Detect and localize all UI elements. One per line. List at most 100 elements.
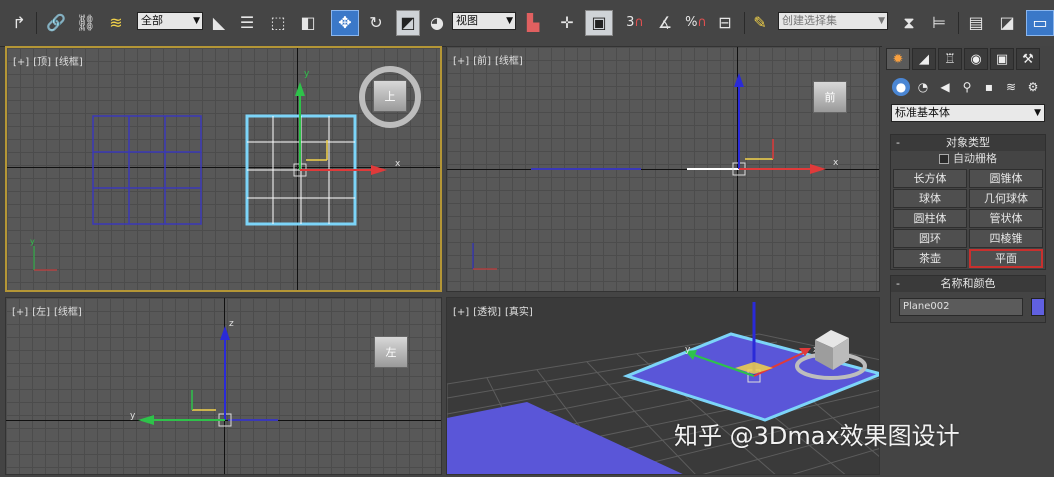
keyboard-shortcut-override-icon[interactable]: ▣ <box>585 10 613 36</box>
name-color-rollout: - 名称和颜色 Plane002 <box>890 275 1046 323</box>
toolbar-separator <box>958 12 959 34</box>
autogrid-checkbox[interactable] <box>939 154 949 164</box>
angle-snap-icon[interactable]: ∡ <box>652 10 678 36</box>
utilities-tab-icon[interactable]: ⚒ <box>1016 48 1040 70</box>
gizmo-z-arrow <box>734 73 744 87</box>
geometry-category-value: 标准基本体 <box>895 106 950 119</box>
reference-coordinate-value: 视图 <box>456 14 478 27</box>
create-tab-icon[interactable]: ✹ <box>886 48 910 70</box>
viewport-left[interactable]: [+] [左] [线框] y z 左 <box>5 297 442 475</box>
bind-space-warp-icon[interactable]: ≋ <box>104 10 128 36</box>
mirror-icon[interactable]: ⧗ <box>896 10 922 36</box>
collapse-icon: - <box>896 277 900 290</box>
select-and-scale-icon[interactable]: ◩ <box>396 10 420 36</box>
spinner-snap-icon[interactable]: ⊟ <box>712 10 738 36</box>
redo-icon[interactable]: ↱ <box>8 10 30 36</box>
name-color-title: 名称和颜色 <box>940 277 996 290</box>
sphere-button[interactable]: 球体 <box>893 189 967 208</box>
viewcube[interactable]: 左 <box>374 336 408 368</box>
plane-wireframe-blue <box>92 115 202 225</box>
edit-named-selection-icon[interactable]: ✎ <box>748 10 772 36</box>
lights-icon[interactable]: ◀ <box>936 78 954 96</box>
toolbar-separator <box>36 12 37 34</box>
select-and-rotate-icon[interactable]: ↻ <box>364 10 388 36</box>
gizmo-z-label: z <box>229 319 234 329</box>
layer-explorer-icon[interactable]: ▤ <box>964 10 988 36</box>
cone-button[interactable]: 圆锥体 <box>969 169 1043 188</box>
plane-object-blue <box>447 402 683 474</box>
select-object-icon[interactable]: ◣ <box>208 10 230 36</box>
viewport-label: [+] [透视] [真实] <box>453 303 537 318</box>
magnet-icon: ∩ <box>634 15 644 30</box>
geosphere-button[interactable]: 几何球体 <box>969 189 1043 208</box>
named-selection-placeholder: 创建选择集 <box>782 14 837 27</box>
cylinder-button[interactable]: 圆柱体 <box>893 209 967 228</box>
scene-explorer-icon[interactable]: ▭ <box>1026 10 1054 36</box>
name-color-header[interactable]: - 名称和颜色 <box>891 276 1045 292</box>
pivot-center-icon[interactable]: ▙ <box>520 10 546 36</box>
box-button[interactable]: 长方体 <box>893 169 967 188</box>
gizmo-y-label: y <box>685 345 691 355</box>
viewport-front[interactable]: [+] [前] [线框] x 前 <box>446 46 880 292</box>
viewport-name[interactable]: [透视] <box>473 307 501 318</box>
space-warps-icon[interactable]: ≋ <box>1002 78 1020 96</box>
tube-button[interactable]: 管状体 <box>969 209 1043 228</box>
viewcube[interactable]: 前 <box>813 81 847 113</box>
systems-icon[interactable]: ⚙ <box>1024 78 1042 96</box>
viewcube[interactable]: 上 <box>373 80 407 112</box>
select-by-name-icon[interactable]: ☰ <box>236 10 258 36</box>
viewcube-label: 左 <box>385 346 397 359</box>
percent-snap-label: % <box>685 15 698 30</box>
chevron-down-icon: ▼ <box>878 16 885 26</box>
gizmo-x-label: x <box>833 158 839 168</box>
object-type-header[interactable]: - 对象类型 <box>891 135 1045 151</box>
toolbar-separator <box>744 12 745 34</box>
chevron-down-icon: ▼ <box>193 16 200 26</box>
place-icon[interactable]: ◕ <box>426 10 448 36</box>
hierarchy-tab-icon[interactable]: ♖ <box>938 48 962 70</box>
tripod-y-label: y <box>30 237 35 246</box>
magnet-icon: ∩ <box>697 15 707 30</box>
toggle-ribbon-icon[interactable]: ◪ <box>994 10 1020 36</box>
unlink-icon[interactable]: ⛓ <box>74 10 98 36</box>
helpers-icon[interactable]: ▪ <box>980 78 998 96</box>
geometry-category-dropdown[interactable]: 标准基本体 ▼ <box>891 104 1045 122</box>
select-and-move-icon[interactable]: ✥ <box>331 10 359 36</box>
pyramid-button[interactable]: 四棱锥 <box>969 229 1043 248</box>
cameras-icon[interactable]: ⚲ <box>958 78 976 96</box>
object-name-field[interactable]: Plane002 <box>899 298 1023 316</box>
plane-button[interactable]: 平面 <box>969 249 1043 268</box>
teapot-button[interactable]: 茶壶 <box>893 249 967 268</box>
reference-coordinate-dropdown[interactable]: 视图 ▼ <box>452 12 516 30</box>
named-selection-set-dropdown[interactable]: 创建选择集 ▼ <box>778 12 888 30</box>
display-tab-icon[interactable]: ▣ <box>990 48 1014 70</box>
motion-tab-icon[interactable]: ◉ <box>964 48 988 70</box>
viewcube-label: 上 <box>384 90 396 103</box>
watermark: 知乎 @3Dmax效果图设计 <box>674 422 960 450</box>
link-icon[interactable]: 🔗 <box>44 10 68 36</box>
viewcube-label: 前 <box>824 91 836 104</box>
chevron-down-icon: ▼ <box>506 16 513 26</box>
viewport-shading[interactable]: [真实] <box>505 307 533 318</box>
snaps-toggle-icon[interactable]: 3 ∩ <box>620 10 650 36</box>
rectangular-selection-icon[interactable]: ⬚ <box>266 10 290 36</box>
geometry-icon[interactable]: ● <box>892 78 910 96</box>
selection-filter-dropdown[interactable]: 全部 ▼ <box>137 12 203 30</box>
percent-snap-icon[interactable]: % ∩ <box>682 10 710 36</box>
object-type-title: 对象类型 <box>946 136 990 149</box>
align-icon[interactable]: ⊨ <box>926 10 952 36</box>
viewport-top[interactable]: [+] [顶] [线框] y x y 上 <box>5 46 442 292</box>
gizmo-y-arrow <box>295 82 305 96</box>
snap-3d-label: 3 <box>626 15 635 30</box>
window-crossing-icon[interactable]: ◧ <box>296 10 320 36</box>
manipulate-icon[interactable]: ✛ <box>555 10 579 36</box>
autogrid-checkbox-row[interactable]: 自动栅格 <box>891 151 1045 167</box>
shapes-icon[interactable]: ◔ <box>914 78 932 96</box>
gizmo-y-label: y <box>304 69 310 79</box>
modify-tab-icon[interactable]: ◢ <box>912 48 936 70</box>
object-color-swatch[interactable] <box>1031 298 1045 316</box>
command-panel: ✹ ◢ ♖ ◉ ▣ ⚒ ● ◔ ◀ ⚲ ▪ ≋ ⚙ 标准基本体 ▼ - 对象类型 … <box>882 46 1054 477</box>
torus-button[interactable]: 圆环 <box>893 229 967 248</box>
collapse-icon: - <box>896 136 900 149</box>
viewport-plus-menu[interactable]: [+] <box>453 307 469 318</box>
